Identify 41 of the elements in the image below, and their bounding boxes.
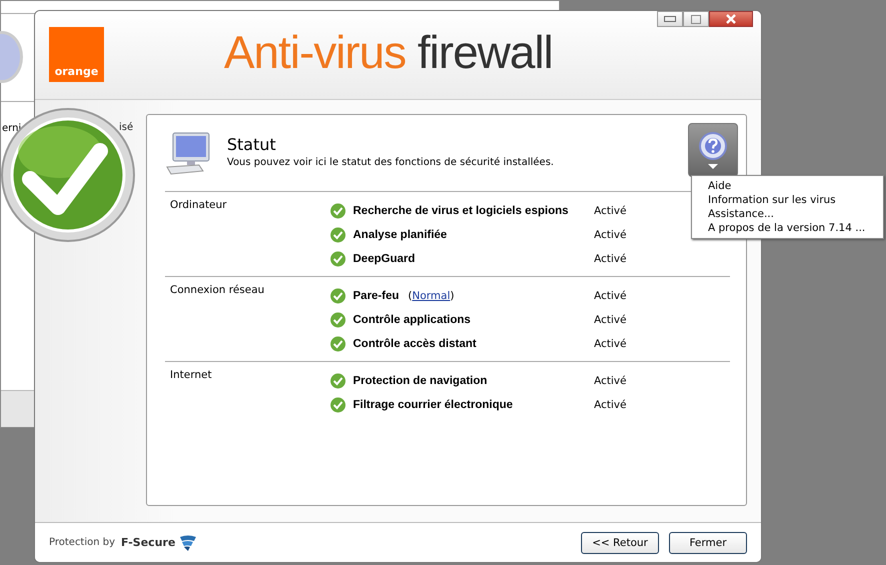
category-label: Connexion réseau xyxy=(169,284,266,298)
feature-name: Analyse planifiée xyxy=(353,229,447,241)
feature-name: Pare-feu xyxy=(353,290,400,302)
feature-name: Contrôle accès distant xyxy=(353,338,476,350)
menu-item[interactable]: Aide xyxy=(708,179,883,193)
section-title: Statut xyxy=(227,135,277,154)
help-icon xyxy=(696,129,730,171)
feature-status: Activé xyxy=(594,399,626,411)
section-description: Vous pouvez voir ici le statut des fonctions de sécurité installées. xyxy=(227,157,554,168)
feature-status: Activé xyxy=(594,338,626,350)
maximize-button[interactable] xyxy=(683,11,709,27)
feature-status: Activé xyxy=(594,314,626,326)
feature-status: Activé xyxy=(594,229,626,241)
feature-name: Recherche de virus et logiciels espions xyxy=(353,205,568,217)
feature-status: Activé xyxy=(594,253,626,265)
brand-name: F-Secure xyxy=(121,536,176,549)
menu-item[interactable]: Assistance... xyxy=(708,207,883,221)
feature-name: DeepGuard xyxy=(353,253,415,265)
category-label: Ordinateur xyxy=(169,199,228,213)
logo-text: orange xyxy=(54,65,98,78)
mode-link[interactable]: Normal xyxy=(412,290,450,302)
feature-status: Activé xyxy=(594,290,626,302)
dialog-button[interactable]: Fermer xyxy=(669,532,747,554)
menu-item[interactable]: A propos de la version 7.14 ... xyxy=(708,221,883,235)
feature-mode: (Normal) xyxy=(408,290,454,302)
menu-item[interactable]: Information sur les virus xyxy=(708,193,883,207)
window-text: erni xyxy=(2,123,22,134)
help-button[interactable] xyxy=(688,123,738,177)
feature-status: Activé xyxy=(594,375,626,387)
app-title: Anti-virus firewall xyxy=(224,25,553,79)
feature-name: Contrôle applications xyxy=(353,314,471,326)
minimize-button[interactable] xyxy=(657,11,683,27)
dialog-button[interactable]: << Retour xyxy=(581,532,659,554)
category-label: Internet xyxy=(169,369,213,383)
close-icon xyxy=(725,14,737,24)
close-button[interactable] xyxy=(709,11,753,27)
feature-name: Protection de navigation xyxy=(353,375,488,387)
feature-status: Activé xyxy=(594,205,626,217)
protection-by-text: Protection by xyxy=(49,537,116,548)
window-text: isé xyxy=(119,122,134,133)
feature-name: Filtrage courrier électronique xyxy=(353,399,513,411)
